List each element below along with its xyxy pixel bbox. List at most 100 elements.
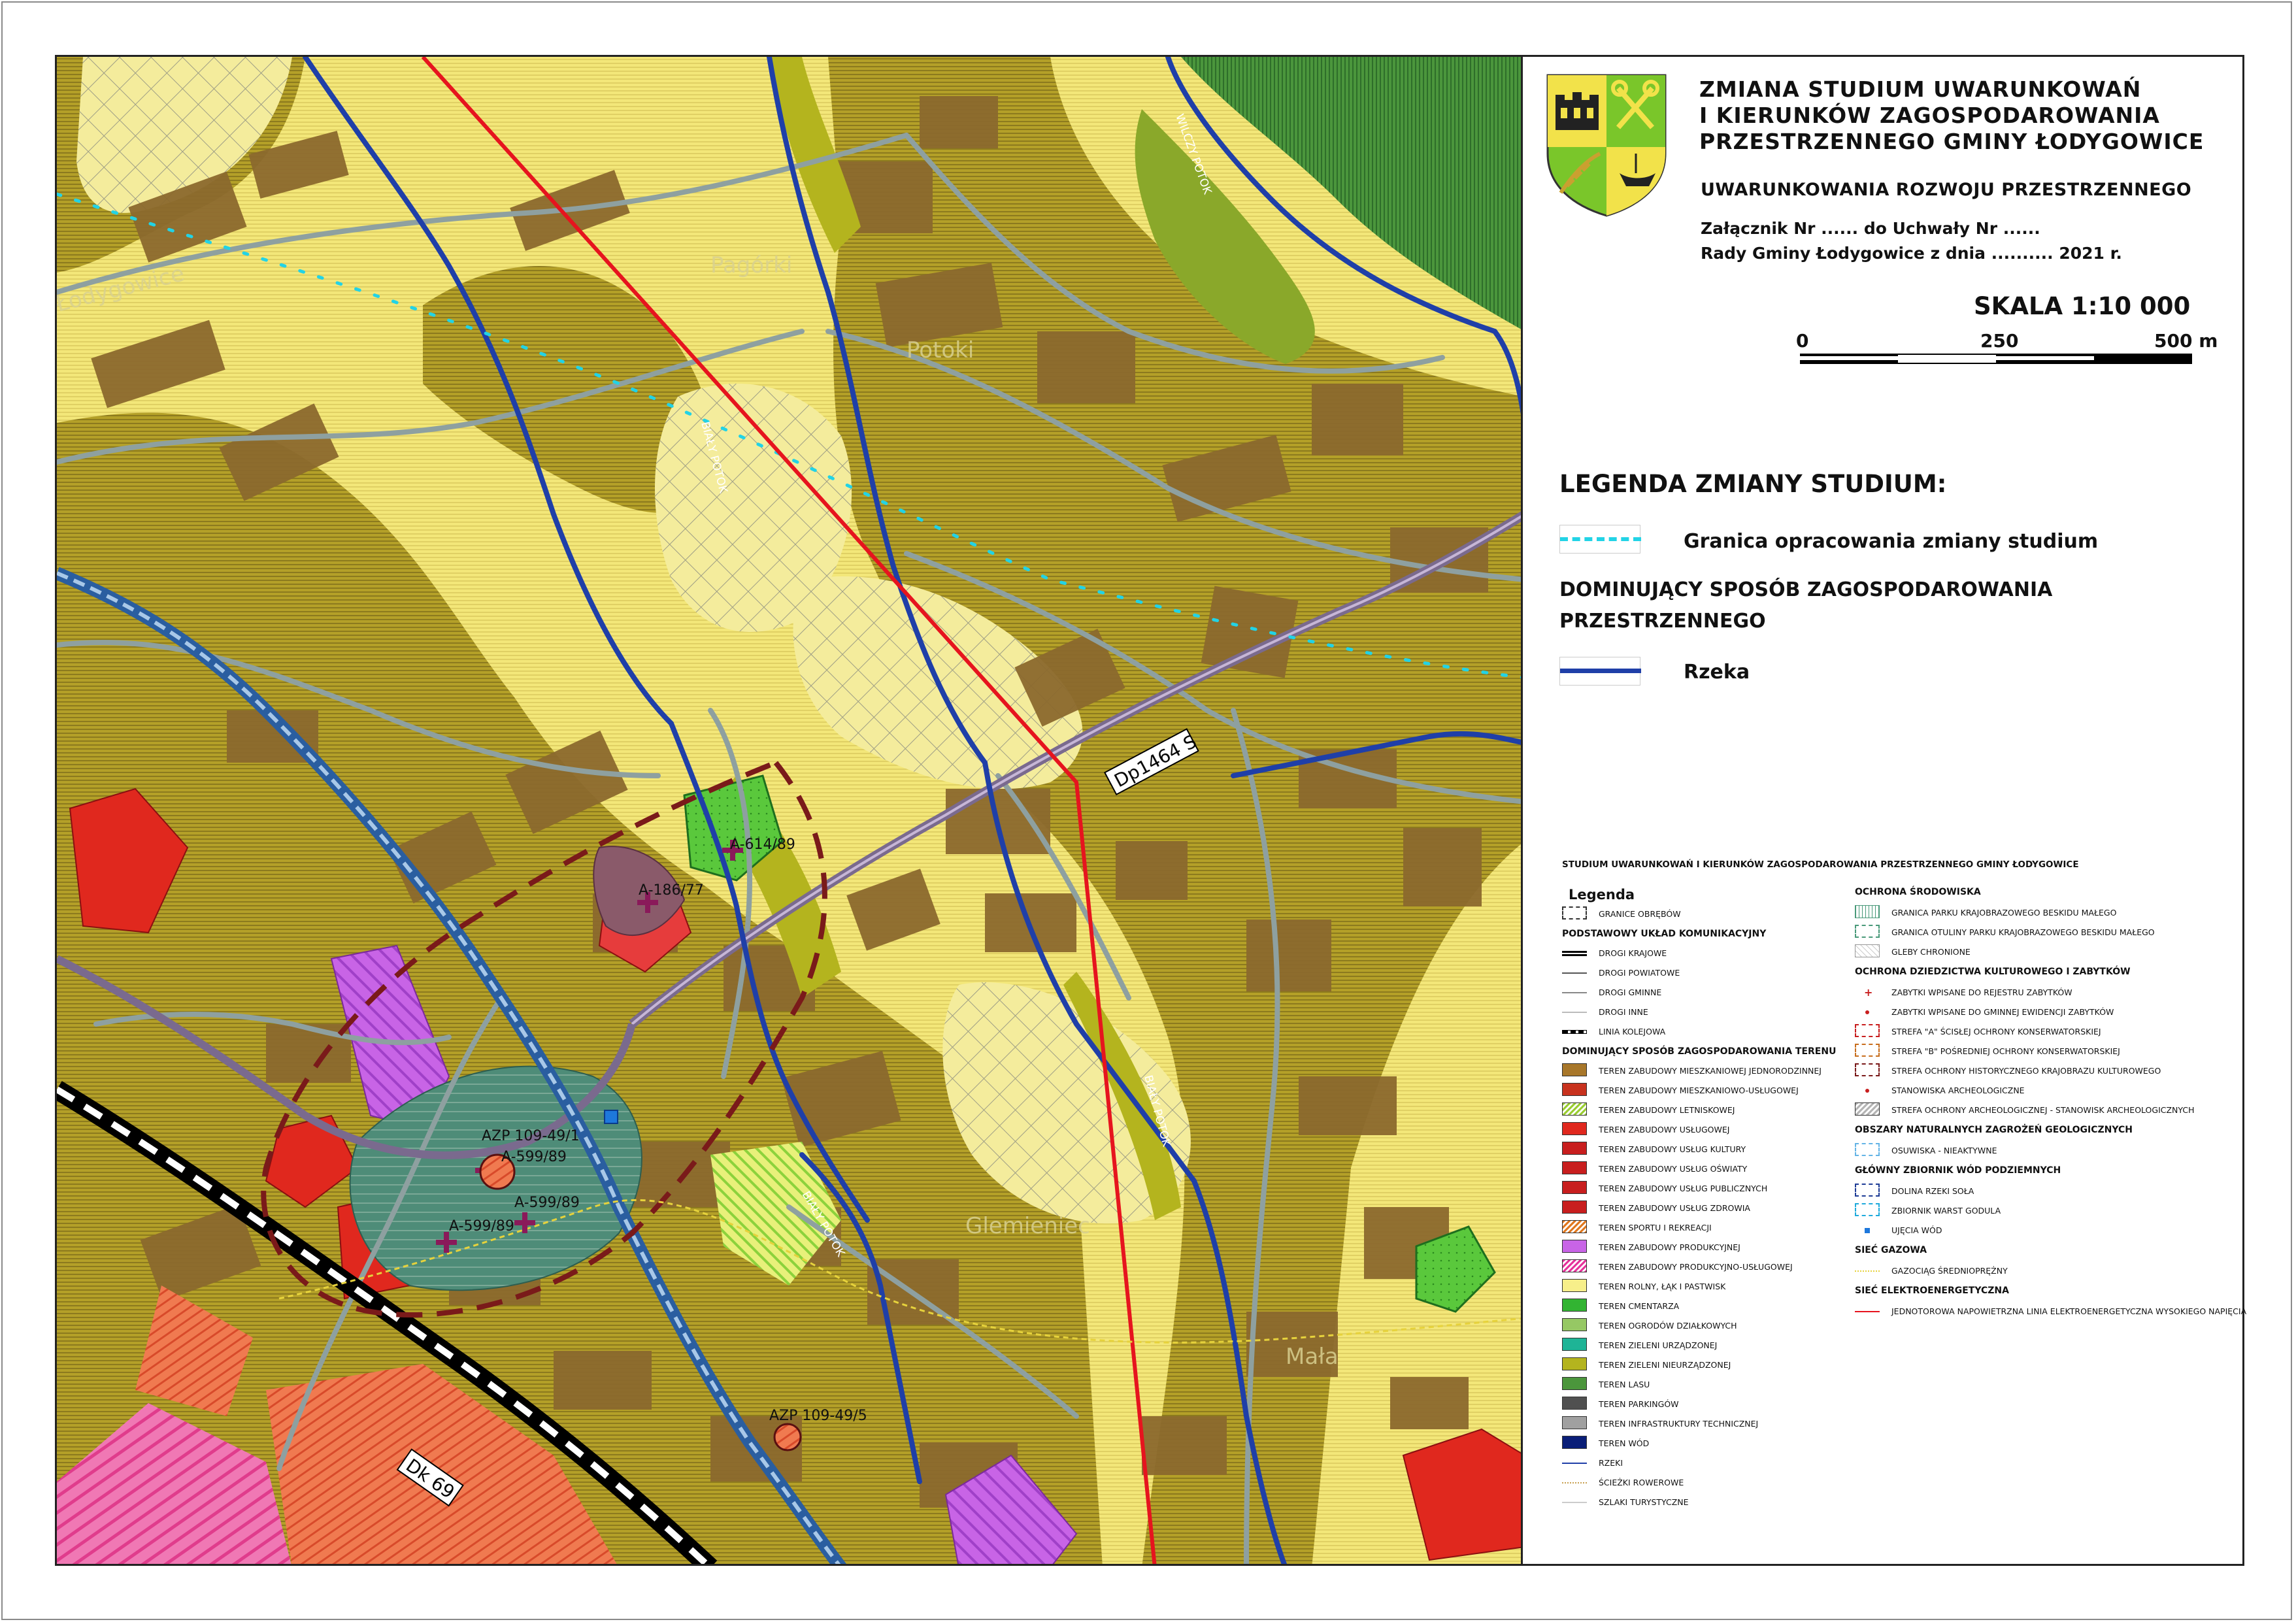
legend-item: STREFA OCHRONY ARCHEOLOGICZNEJ - STANOWI… bbox=[1855, 1102, 2221, 1118]
legend-item-label: DROGI INNE bbox=[1599, 1007, 1648, 1017]
site-label: A-599/89 bbox=[501, 1149, 567, 1165]
legend-item: ZBIORNIK WARST GODULA bbox=[1855, 1203, 2221, 1219]
legend-swatch bbox=[1562, 1299, 1588, 1314]
legend-item-label: LINIA KOLEJOWA bbox=[1599, 1027, 1666, 1036]
river-label: Rzeka bbox=[1684, 661, 1750, 684]
legend-swatch bbox=[1562, 1201, 1588, 1216]
legend-item: TEREN ZABUDOWY MIESZKANIOWO-USŁUGOWEJ bbox=[1562, 1083, 1863, 1099]
place-label: Mała bbox=[1286, 1344, 1339, 1370]
legend-item: RZEKI bbox=[1562, 1455, 1863, 1471]
legend-item-label: TEREN CMENTARZA bbox=[1599, 1301, 1680, 1311]
legend-item: TEREN ROLNY, ŁĄK I PASTWISK bbox=[1562, 1279, 1863, 1295]
legend-item-label: TEREN ZABUDOWY USŁUG PUBLICZNYCH bbox=[1599, 1184, 1768, 1193]
legend-item-label: TEREN ZABUDOWY MIESZKANIOWEJ JEDNORODZIN… bbox=[1599, 1066, 1822, 1076]
legend-item: TEREN ZABUDOWY LETNISKOWEJ bbox=[1562, 1102, 1863, 1118]
legend-swatch bbox=[1562, 1318, 1588, 1334]
legend-item-label: ZBIORNIK WARST GODULA bbox=[1891, 1206, 2001, 1216]
legend-item: GLEBY CHRONIONE bbox=[1855, 944, 2221, 960]
legend-item-label: ZABYTKI WPISANE DO REJESTRU ZABYTKÓW bbox=[1891, 987, 2072, 997]
legend-section-heading: PODSTAWOWY UKŁAD KOMUNIKACYJNY bbox=[1562, 929, 1767, 939]
legend-item-label: STANOWISKA ARCHEOLOGICZNE bbox=[1891, 1085, 2025, 1095]
legend-item-label: STREFA OCHRONY HISTORYCZNEGO KRAJOBRAZU … bbox=[1891, 1066, 2161, 1076]
legend-panel: ZMIANA STUDIUM UWARUNKOWAŃ I KIERUNKÓW Z… bbox=[1523, 55, 2246, 1566]
legend-swatch bbox=[1562, 1455, 1588, 1471]
legend-item-label: TEREN LASU bbox=[1599, 1380, 1650, 1389]
legend-item: TEREN ZABUDOWY USŁUG KULTURY bbox=[1562, 1142, 1863, 1157]
legend-item-label: GLEBY CHRONIONE bbox=[1891, 947, 1971, 957]
legend-swatch bbox=[1562, 1161, 1588, 1177]
legend-section-heading: OCHRONA DZIEDZICTWA KULTUROWEGO I ZABYTK… bbox=[1855, 967, 2131, 977]
legend-item: DROGI INNE bbox=[1562, 1004, 1863, 1020]
boundary-label: Granica opracowania zmiany studium bbox=[1684, 530, 2099, 553]
site-label: A-186/77 bbox=[639, 882, 704, 899]
water-intake-icon[interactable] bbox=[604, 1110, 618, 1124]
legenda-heading: Legenda bbox=[1569, 887, 1635, 903]
legend-item: DROGI GMINNE bbox=[1562, 985, 1863, 1001]
legend-item-label: OSUWISKA - NIEAKTYWNE bbox=[1891, 1146, 1997, 1155]
legend-item-label: TEREN PARKINGÓW bbox=[1599, 1399, 1679, 1409]
place-label: Potoki bbox=[907, 337, 974, 363]
legend-item: TEREN ZABUDOWY MIESZKANIOWEJ JEDNORODZIN… bbox=[1562, 1063, 1863, 1079]
legend-section-heading: SIEĆ ELEKTROENERGETYCZNA bbox=[1855, 1285, 2009, 1296]
legend-item-label: TEREN OGRODÓW DZIAŁKOWYCH bbox=[1599, 1321, 1737, 1331]
legend-item: JEDNOTOROWA NAPOWIETRZNA LINIA ELEKTROEN… bbox=[1855, 1304, 2246, 1319]
annex-line-2: Rady Gminy Łodygowice z dnia .......... … bbox=[1701, 244, 2122, 263]
map-frame[interactable]: A-614/89 A-186/77 AZP 109-49/1 A-599/89 … bbox=[55, 55, 1523, 1566]
legend-section-heading: GŁÓWNY ZBIORNIK WÓD PODZIEMNYCH bbox=[1855, 1165, 2061, 1176]
legend-swatch bbox=[1562, 1475, 1588, 1491]
legend-swatch bbox=[1562, 965, 1588, 981]
legend-item: TEREN OGRODÓW DZIAŁKOWYCH bbox=[1562, 1318, 1863, 1334]
site-label: AZP 109-49/1 bbox=[482, 1128, 580, 1144]
legend-item-label: DOLINA RZEKI SOŁA bbox=[1891, 1186, 1974, 1196]
legend-item-label: STREFA OCHRONY ARCHEOLOGICZNEJ - STANOWI… bbox=[1891, 1105, 2195, 1115]
change-legend-title: LEGENDA ZMIANY STUDIUM: bbox=[1559, 470, 1947, 498]
legend-item: UJĘCIA WÓD bbox=[1855, 1223, 2221, 1238]
river-swatch bbox=[1559, 657, 1641, 686]
scale-tick-250: 250 bbox=[1980, 330, 2019, 352]
legend-swatch bbox=[1562, 1279, 1588, 1295]
legend-item: GRANICA OTULINY PARKU KRAJOBRAZOWEGO BES… bbox=[1855, 925, 2221, 940]
legend-item-label: TEREN WÓD bbox=[1599, 1438, 1650, 1448]
legend-swatch bbox=[1855, 1263, 1881, 1279]
legend-swatch bbox=[1562, 985, 1588, 1001]
legend-swatch bbox=[1562, 1122, 1588, 1138]
legend-item-label: GRANICA PARKU KRAJOBRAZOWEGO BESKIDU MAŁ… bbox=[1891, 908, 2117, 918]
site-label: AZP 109-49/5 bbox=[769, 1408, 867, 1424]
legend-item: TEREN ZABUDOWY USŁUGOWEJ bbox=[1562, 1122, 1863, 1138]
legend-item: STREFA OCHRONY HISTORYCZNEGO KRAJOBRAZU … bbox=[1855, 1063, 2221, 1079]
legend-swatch bbox=[1855, 1304, 1881, 1319]
legend-item: DOLINA RZEKI SOŁA bbox=[1855, 1184, 2221, 1199]
main-legend-title: STUDIUM UWARUNKOWAŃ I KIERUNKÓW ZAGOSPOD… bbox=[1562, 859, 2079, 870]
legend-item: DROGI POWIATOWE bbox=[1562, 965, 1863, 981]
legend-swatch bbox=[1562, 1259, 1588, 1275]
legend-swatch bbox=[1562, 1024, 1588, 1040]
legend-item-label: JEDNOTOROWA NAPOWIETRZNA LINIA ELEKTROEN… bbox=[1891, 1306, 2247, 1316]
legend-item: TEREN ZABUDOWY PRODUKCYJNEJ bbox=[1562, 1240, 1863, 1255]
legend-item-label: TEREN ZABUDOWY USŁUGOWEJ bbox=[1599, 1125, 1730, 1135]
legend-item: SZLAKI TURYSTYCZNE bbox=[1562, 1495, 1863, 1510]
legend-swatch bbox=[1855, 1063, 1881, 1079]
scale-tick-0: 0 bbox=[1796, 330, 1809, 352]
dominant-heading-2: PRZESTRZENNEGO bbox=[1559, 610, 1766, 633]
legend-item: STREFA "B" POŚREDNIEJ OCHRONY KONSERWATO… bbox=[1855, 1044, 2221, 1059]
legend-item-label: TEREN ZABUDOWY LETNISKOWEJ bbox=[1599, 1105, 1735, 1115]
legend-swatch bbox=[1562, 1220, 1588, 1236]
legend-swatch bbox=[1855, 1024, 1881, 1040]
legend-item-label: TEREN ZABUDOWY PRODUKCYJNEJ bbox=[1599, 1242, 1740, 1252]
legend-swatch bbox=[1562, 1181, 1588, 1197]
legend-swatch bbox=[1562, 1083, 1588, 1099]
legend-item-label: STREFA "B" POŚREDNIEJ OCHRONY KONSERWATO… bbox=[1891, 1046, 2120, 1056]
legend-item-label: TEREN ZIELENI NIEURZĄDZONEJ bbox=[1599, 1360, 1731, 1370]
legend-swatch bbox=[1562, 1142, 1588, 1157]
legend-item-label: TEREN INFRASTRUKTURY TECHNICZNEJ bbox=[1599, 1419, 1759, 1429]
legend-swatch bbox=[1855, 944, 1881, 960]
legend-item: LINIA KOLEJOWA bbox=[1562, 1024, 1863, 1040]
map-canvas[interactable]: A-614/89 A-186/77 AZP 109-49/1 A-599/89 … bbox=[57, 57, 1523, 1566]
archaeological-site-marker[interactable] bbox=[773, 1423, 802, 1451]
legend-item: TEREN ZABUDOWY USŁUG ZDROWIA bbox=[1562, 1201, 1863, 1216]
scale-label: SKALA 1:10 000 bbox=[1974, 292, 2191, 320]
legend-swatch bbox=[1855, 1143, 1881, 1159]
legend-item-label: TEREN ZABUDOWY USŁUG ZDROWIA bbox=[1599, 1203, 1750, 1213]
legend-item-label: DROGI GMINNE bbox=[1599, 987, 1662, 997]
legend-item-label: TEREN ZABUDOWY USŁUG OŚWIATY bbox=[1599, 1164, 1748, 1174]
